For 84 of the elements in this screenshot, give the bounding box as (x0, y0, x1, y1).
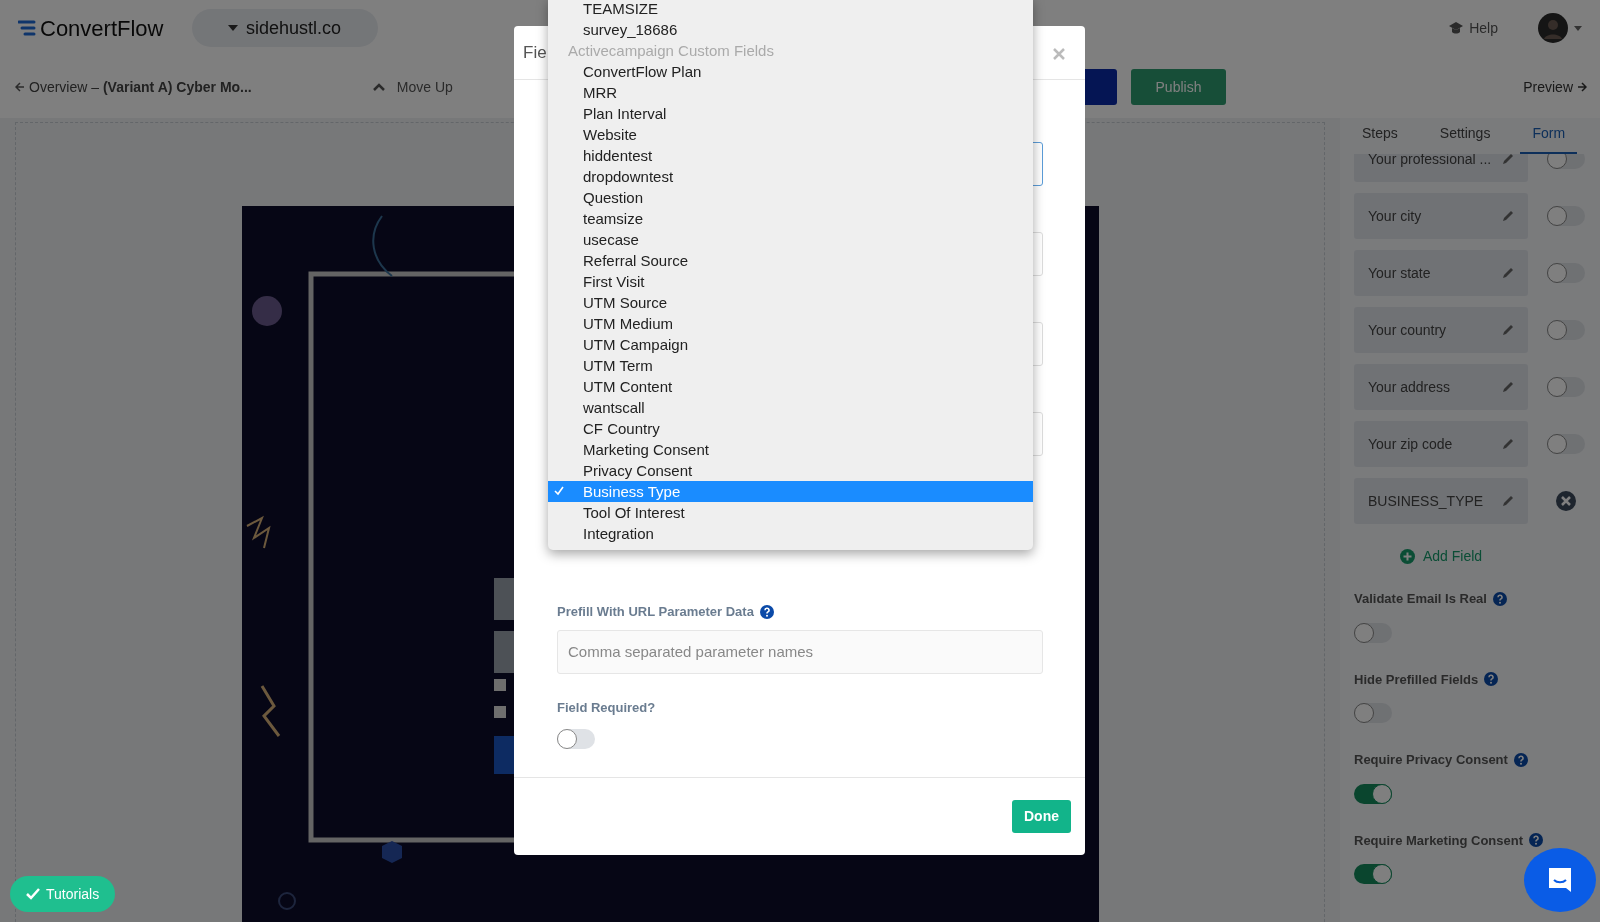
dropdown-option[interactable]: TEAMSIZE (548, 0, 1033, 19)
dropdown-option[interactable]: survey_18686 (548, 19, 1033, 40)
setting-label: Validate Email Is Real (1354, 590, 1487, 608)
move-up-button[interactable]: Move Up (366, 75, 459, 99)
chat-icon (1546, 866, 1574, 894)
field-label: Your professional ... (1368, 154, 1492, 169)
breadcrumb-link[interactable]: Overview – (Variant A) Cyber Mo... (29, 76, 252, 98)
pencil-icon[interactable] (1502, 210, 1514, 222)
dropdown-option[interactable]: Referral Source (548, 250, 1033, 271)
dropdown-option[interactable]: Privacy Consent (548, 460, 1033, 481)
toggle-switch[interactable] (1547, 154, 1585, 169)
sidebar-tab[interactable]: Settings (1439, 123, 1491, 154)
field-label: BUSINESS_TYPE (1368, 491, 1484, 511)
dropdown-option[interactable]: MRR (548, 82, 1033, 103)
dropdown-option[interactable]: Integration (548, 523, 1033, 544)
logo-text: ConvertFlow (40, 14, 164, 43)
help-icon (1492, 591, 1507, 606)
sidebar-tab[interactable]: Steps (1362, 123, 1398, 154)
toggle-switch[interactable] (1547, 206, 1585, 226)
toggle-switch[interactable] (1354, 783, 1392, 804)
dropdown-option[interactable]: UTM Content (548, 376, 1033, 397)
check-icon (554, 486, 564, 496)
pencil-icon[interactable] (1502, 324, 1514, 336)
toggle-switch[interactable] (1354, 622, 1392, 643)
toggle-switch[interactable] (557, 729, 595, 749)
preview-link[interactable]: Preview (1523, 76, 1573, 98)
input-field[interactable]: Comma separated parameter names (557, 629, 1043, 674)
logo-icon (18, 20, 36, 36)
chevron-up-icon (372, 83, 385, 91)
setting-label: Hide Prefilled Fields (1354, 670, 1479, 689)
toggle-switch[interactable] (1547, 320, 1585, 340)
field-label: Your state (1368, 263, 1431, 283)
help-icon (1513, 752, 1528, 767)
dropdown-option[interactable]: UTM Source (548, 292, 1033, 313)
dropdown-option[interactable]: CF Country (548, 418, 1033, 439)
toggle-switch[interactable] (1354, 703, 1392, 723)
caret-icon (227, 25, 238, 31)
dropdown-option[interactable]: Marketing Consent (548, 439, 1033, 460)
pencil-icon[interactable] (1502, 495, 1514, 507)
field-label: Your address (1368, 377, 1450, 397)
dropdown-option[interactable]: Question (548, 187, 1033, 208)
field-label: Your city (1368, 206, 1422, 226)
dropdown-option[interactable]: teamsize (548, 208, 1033, 229)
dropdown-option[interactable]: wantscall (548, 397, 1033, 418)
dropdown-option[interactable]: dropdowntest (548, 166, 1033, 187)
dropdown-option[interactable]: Plan Interval (548, 103, 1033, 124)
caret-icon (1574, 25, 1582, 31)
check-icon (26, 888, 40, 900)
field-label: Your country (1368, 320, 1447, 340)
remove-icon[interactable] (1556, 491, 1576, 511)
toggle-switch[interactable] (1547, 434, 1585, 454)
dropdown-option[interactable]: hiddentest (548, 145, 1033, 166)
pencil-icon[interactable] (1502, 154, 1514, 165)
help-icon (759, 604, 774, 619)
field-label: Prefill With URL Parameter Data (557, 603, 754, 621)
field-label: Your zip code (1368, 434, 1453, 454)
dropdown-option[interactable]: Tool Of Interest (548, 502, 1033, 523)
dropdown-option[interactable]: UTM Medium (548, 313, 1033, 334)
mortarboard-icon (1449, 22, 1464, 34)
dropdown-option[interactable]: UTM Term (548, 355, 1033, 376)
pencil-icon[interactable] (1502, 267, 1514, 279)
dropdown-option[interactable]: Website (548, 124, 1033, 145)
toggle-switch[interactable] (1354, 864, 1392, 884)
modal-title: Fie (523, 41, 547, 64)
toggle-switch[interactable] (1547, 377, 1585, 397)
arrow-right-icon (1577, 82, 1587, 92)
pencil-icon[interactable] (1502, 381, 1514, 393)
field-label: Field Required? (557, 698, 657, 717)
dropdown-option[interactable]: ConvertFlow Plan (548, 61, 1033, 82)
dropdown-option[interactable]: First Visit (548, 271, 1033, 292)
avatar[interactable] (1538, 13, 1568, 43)
pencil-icon[interactable] (1502, 438, 1514, 450)
help-link[interactable]: Help (1469, 17, 1498, 39)
help-icon (1484, 672, 1499, 687)
plus-circle-icon[interactable] (1399, 549, 1415, 564)
site-selector[interactable]: sidehustl.co (191, 9, 378, 47)
option-group-label: Activecampaign Custom Fields (567, 41, 775, 61)
dropdown-option[interactable]: UTM Campaign (548, 334, 1033, 355)
toggle-switch[interactable] (1547, 263, 1585, 283)
help-icon (1529, 833, 1544, 848)
arrow-left-icon (15, 82, 25, 92)
setting-label: Require Marketing Consent (1354, 831, 1524, 850)
dropdown-option[interactable]: usecase (548, 229, 1033, 250)
setting-label: Require Privacy Consent (1354, 751, 1508, 769)
